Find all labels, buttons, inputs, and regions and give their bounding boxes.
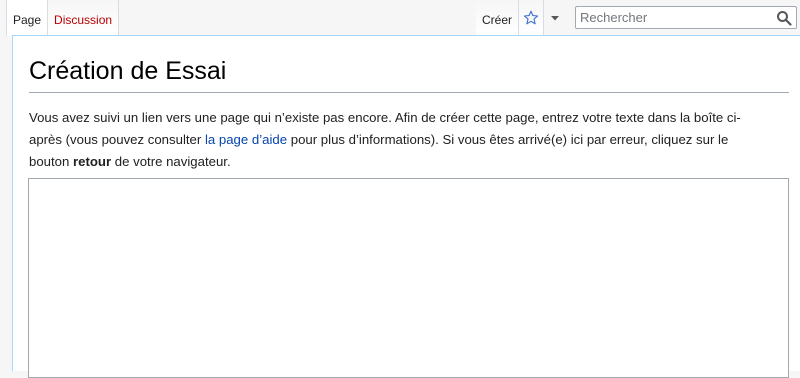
help-page-link[interactable]: la page d’aide [205,132,287,147]
edit-textarea[interactable] [28,178,789,378]
star-icon [523,10,539,25]
back-word: retour [73,154,112,169]
view-tabs: Créer [476,0,566,36]
main-content: Création de Essai Vous avez suivi un lie… [12,35,800,378]
tab-page[interactable]: Page [6,0,49,36]
page-title: Création de Essai [29,54,789,93]
more-actions-menu[interactable] [544,0,566,36]
chevron-down-icon [551,16,560,21]
top-navigation-bar: Page Discussion Créer [0,0,800,36]
search-input[interactable] [576,7,780,28]
tab-discussion[interactable]: Discussion [48,0,120,36]
search-field [575,6,797,29]
intro-text-3: de votre navigateur. [111,154,231,169]
intro-paragraph: Vous avez suivi un lien vers une page qu… [29,107,764,173]
tab-create[interactable]: Créer [476,0,520,36]
magnifier-icon[interactable] [776,10,792,26]
namespace-tabs: Page Discussion [6,0,120,36]
watch-button[interactable] [519,0,545,36]
